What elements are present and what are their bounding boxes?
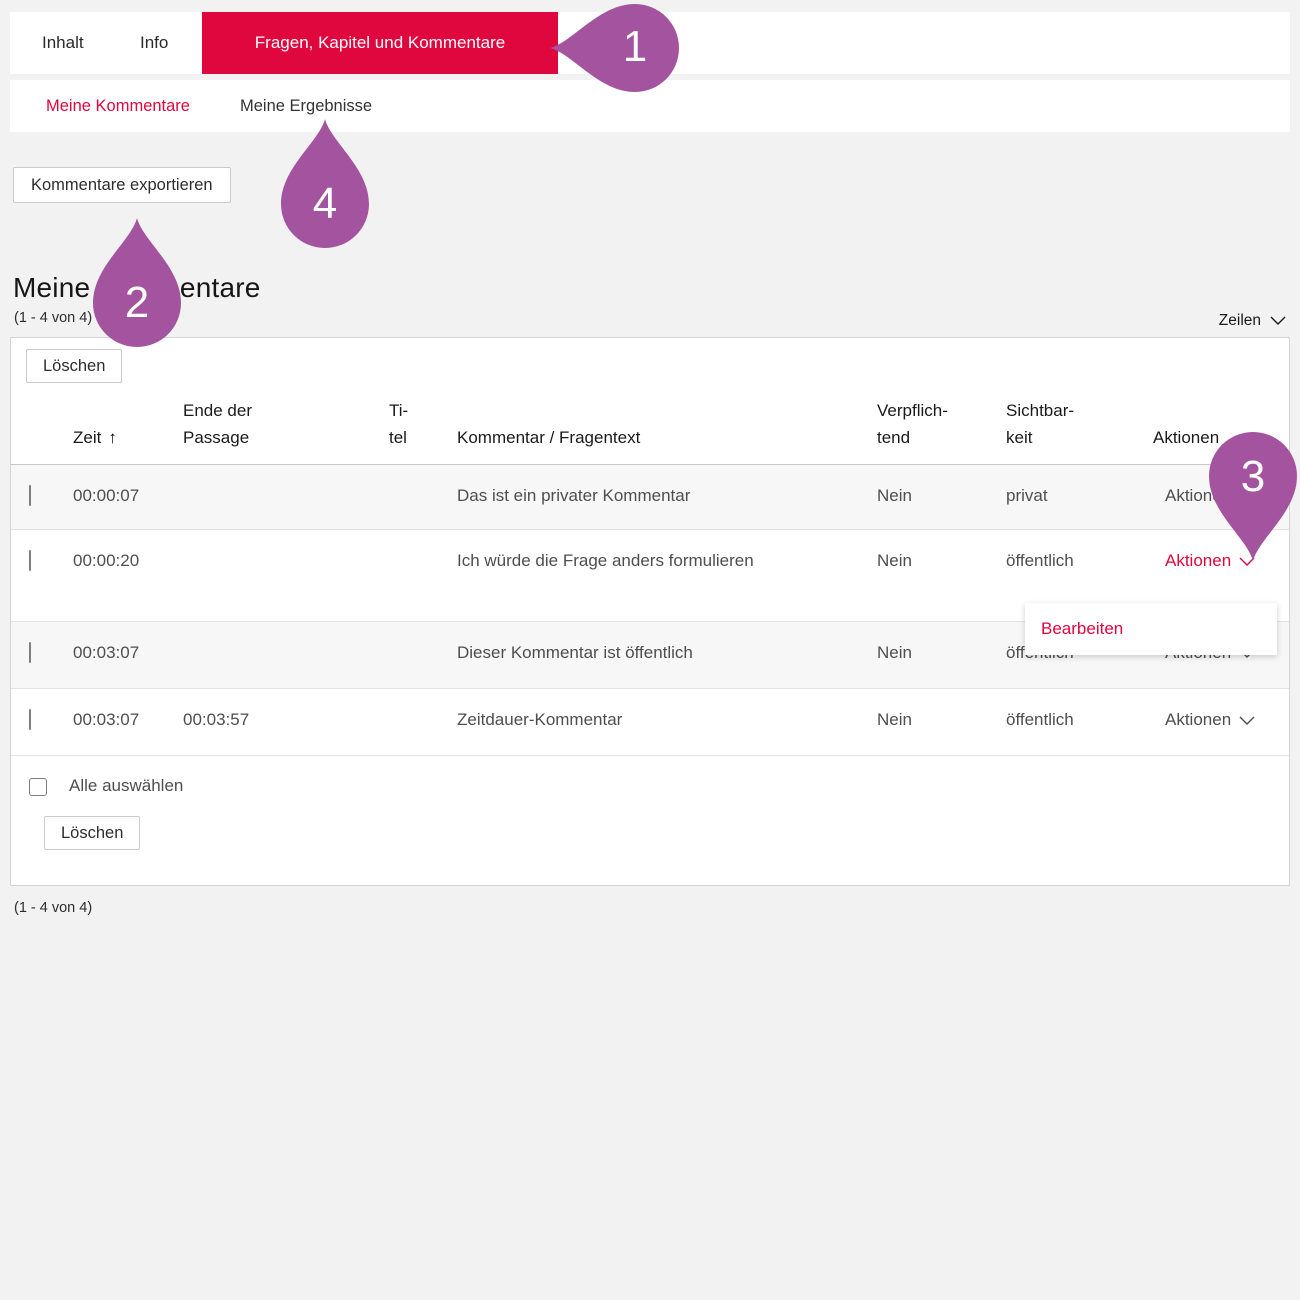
delete-button-top[interactable]: Löschen [26,349,122,383]
tab-info[interactable]: Info [140,12,168,74]
rows-dropdown[interactable]: Zeilen [1219,309,1286,333]
cell-time: 00:03:07 [73,641,183,666]
delete-button-bottom[interactable]: Löschen [44,816,140,850]
row-checkbox[interactable] [29,709,31,730]
sort-ascending-icon: ↑ [108,428,117,447]
cell-time: 00:00:07 [73,484,183,509]
column-header-sichtbarkeit[interactable]: Sichtbar- keit [1006,397,1153,451]
marker-number-3: 3 [1241,455,1265,499]
cell-visibility: öffentlich [1006,549,1153,574]
cell-comment: Dieser Kommentar ist öffentlich [457,641,693,666]
select-all-checkbox[interactable] [29,778,47,796]
table-header-row: Zeit↑ Ende der Passage Ti- tel Kommentar… [11,383,1289,465]
marker-number-4: 4 [313,182,337,226]
cell-mandatory: Nein [877,641,1006,666]
chevron-down-icon [1239,708,1255,733]
cell-time: 00:00:20 [73,549,183,574]
result-count-top: (1 - 4 von 4) [14,310,92,326]
actions-menu-panel: Bearbeiten [1025,603,1277,655]
row-checkbox[interactable] [29,550,31,571]
column-header-kommentar[interactable]: Kommentar / Fragentext [457,424,877,451]
row-checkbox[interactable] [29,642,31,663]
cell-visibility: öffentlich [1006,708,1153,733]
marker-number-2: 2 [125,281,149,325]
select-all-label: Alle auswählen [69,776,183,796]
menu-item-bearbeiten[interactable]: Bearbeiten [1041,619,1123,639]
cell-mandatory: Nein [877,549,1006,574]
chevron-down-icon [1270,312,1286,330]
actions-dropdown[interactable]: Aktionen [1153,708,1271,733]
cell-comment: Ich würde die Frage anders formulieren [457,549,754,574]
annotation-marker-1 [543,0,683,98]
column-header-titel[interactable]: Ti- tel [389,397,457,451]
subtab-meine-kommentare[interactable]: Meine Kommentare [46,80,190,132]
export-comments-button[interactable]: Kommentare exportieren [13,167,231,203]
cell-comment: Zeitdauer-Kommentar [457,708,622,733]
column-header-verpflichtend[interactable]: Verpflich- tend [877,397,1006,451]
cell-comment: Das ist ein privater Kommentar [457,484,690,509]
cell-mandatory: Nein [877,484,1006,509]
tab-inhalt[interactable]: Inhalt [42,12,84,74]
marker-number-1: 1 [623,25,647,69]
column-header-ende-der-passage[interactable]: Ende der Passage [183,397,389,451]
table-row: 00:00:07 Das ist ein privater Kommentar … [11,465,1289,529]
row-checkbox[interactable] [29,485,31,506]
tab-fragen-kapitel-kommentare[interactable]: Fragen, Kapitel und Kommentare [202,12,558,74]
rows-dropdown-label: Zeilen [1219,312,1261,330]
cell-time: 00:03:07 [73,708,183,733]
result-count-bottom: (1 - 4 von 4) [14,900,92,916]
table-footer: Alle auswählen Löschen [11,755,1289,850]
cell-end: 00:03:57 [183,708,389,733]
cell-mandatory: Nein [877,708,1006,733]
cell-visibility: privat [1006,484,1153,509]
table-row: 00:03:07 00:03:57 Zeitdauer-Kommentar Ne… [11,688,1289,755]
column-header-zeit[interactable]: Zeit↑ [73,424,183,451]
